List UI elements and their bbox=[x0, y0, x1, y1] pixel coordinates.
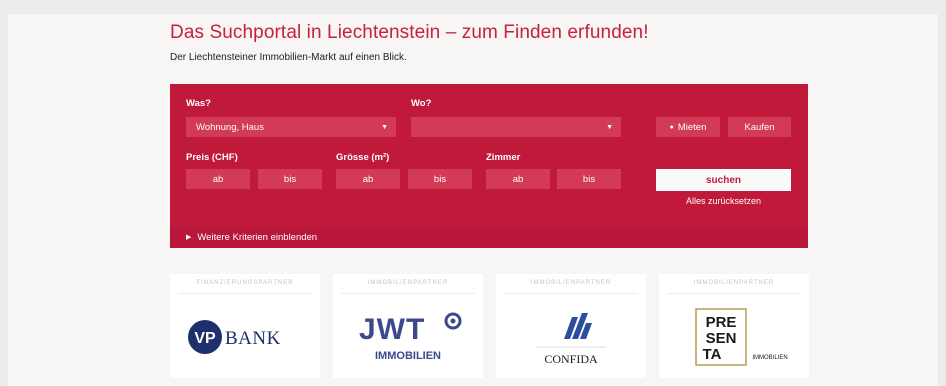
svg-text:PRE: PRE bbox=[706, 314, 737, 331]
rooms-label: Zimmer bbox=[486, 152, 521, 163]
radio-mieten[interactable]: ● Mieten bbox=[656, 117, 720, 137]
radio-mieten-label: Mieten bbox=[677, 121, 707, 133]
rooms-from-input[interactable]: ab bbox=[486, 169, 550, 189]
wo-select[interactable]: ▼ bbox=[411, 117, 621, 137]
size-label: Grösse (m²) bbox=[336, 152, 390, 163]
rooms-to-input[interactable]: bis bbox=[557, 169, 621, 189]
search-button[interactable]: suchen bbox=[656, 169, 791, 191]
svg-text:TA: TA bbox=[703, 346, 722, 363]
triangle-right-icon: ▶ bbox=[186, 234, 192, 241]
partner-tag: FINANZIERUNGSPARTNER bbox=[196, 280, 294, 286]
divider bbox=[504, 293, 638, 294]
svg-text:BANK: BANK bbox=[225, 328, 281, 349]
search-panel: Was? Wohnung, Haus ▼ Wo? ▼ ● Mieten Kauf… bbox=[170, 84, 808, 248]
partner-tag: IMMOBILIENPARTNER bbox=[530, 280, 612, 286]
partner-card-presenta[interactable]: IMMOBILIENPARTNER PRE SEN TA IMMOBILIEN bbox=[659, 274, 809, 378]
radio-selected-icon: ● bbox=[669, 123, 674, 131]
page-title: Das Suchportal in Liechtenstein – zum Fi… bbox=[170, 22, 649, 43]
svg-text:SEN: SEN bbox=[706, 330, 737, 347]
size-from-input[interactable]: ab bbox=[336, 169, 400, 189]
partner-card-vpbank[interactable]: FINANZIERUNGSPARTNER VP BANK bbox=[170, 274, 320, 378]
svg-text:JWT: JWT bbox=[359, 313, 425, 346]
reset-link[interactable]: Alles zurücksetzen bbox=[656, 196, 791, 206]
jwt-logo: JWT IMMOBILIEN bbox=[333, 296, 483, 378]
was-select[interactable]: Wohnung, Haus ▼ bbox=[186, 117, 396, 137]
size-to-input[interactable]: bis bbox=[408, 169, 472, 189]
was-select-value: Wohnung, Haus bbox=[196, 121, 264, 133]
vpbank-logo: VP BANK bbox=[170, 296, 320, 378]
price-to-input[interactable]: bis bbox=[258, 169, 322, 189]
svg-text:IMMOBILIEN: IMMOBILIEN bbox=[752, 355, 787, 361]
page-subtitle: Der Liechtensteiner Immobilien-Markt auf… bbox=[170, 52, 407, 63]
confida-logo: CONFIDA bbox=[496, 296, 646, 378]
wo-label: Wo? bbox=[411, 98, 432, 109]
partner-tag: IMMOBILIENPARTNER bbox=[693, 280, 775, 286]
svg-text:VP: VP bbox=[194, 330, 216, 347]
divider bbox=[341, 293, 475, 294]
more-criteria-label: Weitere Kriterien einblenden bbox=[197, 231, 318, 243]
chevron-down-icon: ▼ bbox=[606, 123, 613, 131]
svg-text:IMMOBILIEN: IMMOBILIEN bbox=[375, 350, 441, 362]
radio-kaufen-label: Kaufen bbox=[744, 121, 775, 133]
presenta-logo: PRE SEN TA IMMOBILIEN bbox=[659, 296, 809, 378]
more-criteria-toggle[interactable]: ▶ Weitere Kriterien einblenden bbox=[170, 226, 808, 248]
partner-card-confida[interactable]: IMMOBILIENPARTNER CONFIDA bbox=[496, 274, 646, 378]
price-label: Preis (CHF) bbox=[186, 152, 238, 163]
was-label: Was? bbox=[186, 98, 211, 109]
price-from-input[interactable]: ab bbox=[186, 169, 250, 189]
divider bbox=[667, 293, 801, 294]
svg-text:CONFIDA: CONFIDA bbox=[544, 352, 598, 366]
chevron-down-icon: ▼ bbox=[381, 123, 388, 131]
divider bbox=[178, 293, 312, 294]
partner-card-jwt[interactable]: IMMOBILIENPARTNER JWT IMMOBILIEN bbox=[333, 274, 483, 378]
radio-kaufen[interactable]: Kaufen bbox=[728, 117, 791, 137]
partner-tag: IMMOBILIENPARTNER bbox=[367, 280, 449, 286]
